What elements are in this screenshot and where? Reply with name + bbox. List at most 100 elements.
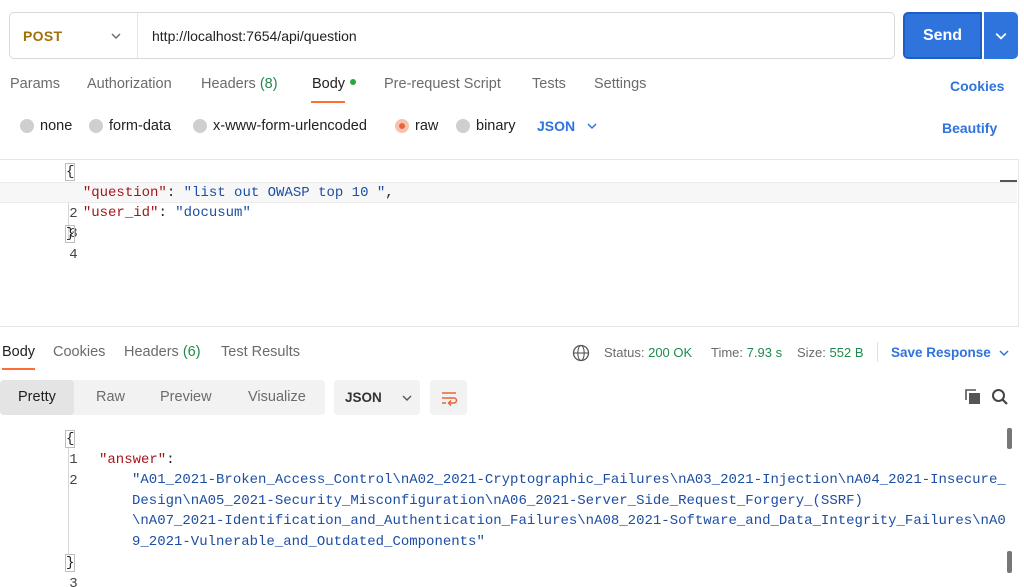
editor-scroll-marker — [1000, 180, 1017, 182]
radio-raw[interactable]: raw — [395, 118, 438, 134]
brace: { — [64, 430, 76, 448]
body-format-select[interactable]: JSON — [537, 118, 597, 134]
body-format-label: JSON — [537, 118, 576, 134]
divider — [877, 342, 878, 362]
copy-icon — [965, 389, 980, 404]
tab-pre-request-script[interactable]: Pre-request Script — [384, 76, 501, 92]
radio-raw-label: raw — [415, 118, 439, 134]
search-icon — [992, 389, 1008, 405]
radio-none-label: none — [40, 118, 73, 134]
scrollbar-thumb[interactable] — [1007, 428, 1012, 449]
headers-count: (8) — [259, 76, 278, 92]
brace: { — [64, 163, 76, 181]
code-line: 2 — [0, 450, 78, 512]
view-mode-visualize[interactable]: Visualize — [248, 380, 306, 415]
json-key: "answer" — [99, 452, 167, 468]
body-type-options: none form-data x-www-form-urlencoded raw… — [0, 118, 1024, 138]
json-string-line: "A01_2021-Broken_Access_Control\nA02_202… — [132, 472, 1006, 488]
json-string-line: 9_2021-Vulnerable_and_Outdated_Component… — [132, 534, 485, 550]
radio-form-data-label: form-data — [109, 118, 172, 134]
wrap-lines-button[interactable] — [430, 380, 467, 415]
send-button[interactable]: Send — [903, 12, 982, 59]
json-string: "docusum" — [175, 205, 251, 221]
radio-urlencoded[interactable]: x-www-form-urlencoded — [193, 118, 367, 134]
radio-circle — [193, 119, 207, 133]
json-string: "list out OWASP top 10 " — [183, 185, 386, 201]
code-line: 1 { — [0, 162, 1017, 201]
code-line: 3 "user_id": "docusum" — [0, 203, 1017, 242]
status-label: Status: — [604, 345, 645, 360]
request-url-bar: POST — [9, 12, 895, 59]
code-line: 2 "question": "list out OWASP top 10 ", — [0, 182, 1017, 222]
code-text: } — [64, 553, 76, 574]
response-tabs: Body Cookies Headers (6) Test Results — [0, 343, 1024, 367]
view-mode-pretty[interactable]: Pretty — [0, 380, 74, 415]
response-format-label: JSON — [345, 390, 382, 405]
chevron-down-icon — [995, 32, 1007, 40]
time-label: Time: — [711, 345, 744, 360]
search-button[interactable] — [989, 386, 1011, 408]
radio-binary[interactable]: binary — [456, 118, 516, 134]
save-response-button[interactable]: Save Response — [891, 345, 1009, 360]
response-view-modes: Pretty Raw Preview Visualize — [0, 380, 325, 415]
request-tabs: Params Authorization Headers (8) Body Pr… — [0, 76, 1024, 100]
response-tab-cookies[interactable]: Cookies — [53, 344, 105, 360]
line-number: 2 — [69, 472, 78, 489]
send-options-button[interactable] — [984, 12, 1018, 59]
radio-binary-label: binary — [476, 118, 516, 134]
beautify-button[interactable]: Beautify — [942, 120, 997, 136]
response-headers-count: (6) — [182, 344, 201, 360]
json-key: "user_id" — [82, 205, 159, 221]
response-body-viewer[interactable]: 1 { 2 "answer": "A01_2021-Broken_Access_… — [0, 428, 1006, 587]
active-tab-underline — [311, 101, 345, 103]
copy-button[interactable] — [962, 386, 984, 408]
request-body-editor[interactable]: 1 { 2 "question": "list out OWASP top 10… — [0, 159, 1019, 327]
response-tab-headers-label: Headers — [124, 344, 179, 360]
radio-circle — [456, 119, 470, 133]
json-string-line: \nA07_2021-Identification_and_Authentica… — [132, 513, 1006, 529]
body-indicator-dot — [350, 79, 357, 86]
radio-circle — [20, 119, 34, 133]
code-line: 4 } — [0, 224, 1017, 263]
code-text: { — [64, 429, 76, 450]
url-input[interactable] — [138, 13, 894, 58]
view-mode-raw[interactable]: Raw — [96, 380, 125, 415]
radio-form-data[interactable]: form-data — [89, 118, 171, 134]
tab-body-label: Body — [312, 76, 346, 92]
line-number: 3 — [69, 575, 78, 587]
response-active-tab-underline — [2, 368, 35, 370]
response-tab-body[interactable]: Body — [2, 344, 35, 360]
tab-headers[interactable]: Headers (8) — [201, 76, 278, 92]
chevron-down-icon — [111, 33, 121, 39]
radio-urlencoded-label: x-www-form-urlencoded — [213, 118, 367, 134]
size-label: Size: — [797, 345, 826, 360]
tab-body[interactable]: Body — [312, 76, 357, 92]
code-text: "answer": — [99, 452, 175, 468]
scrollbar-thumb[interactable] — [1007, 551, 1012, 573]
line-number: 4 — [69, 247, 78, 263]
response-format-select[interactable]: JSON — [334, 380, 420, 415]
radio-circle-selected — [395, 119, 409, 133]
response-tab-test-results[interactable]: Test Results — [221, 344, 300, 360]
save-response-label: Save Response — [891, 345, 991, 360]
cookies-link[interactable]: Cookies — [950, 78, 1004, 94]
response-tab-headers[interactable]: Headers (6) — [124, 344, 201, 360]
chevron-down-icon — [402, 395, 412, 401]
json-string-line: Design\nA05_2021-Security_Misconfigurati… — [132, 493, 863, 509]
tab-authorization[interactable]: Authorization — [87, 76, 172, 92]
wrap-lines-icon — [441, 391, 457, 406]
radio-none[interactable]: none — [20, 118, 72, 134]
brace: } — [64, 554, 76, 572]
view-mode-preview[interactable]: Preview — [160, 380, 212, 415]
tab-params[interactable]: Params — [10, 76, 60, 92]
tab-tests[interactable]: Tests — [532, 76, 566, 92]
brace: } — [64, 225, 76, 243]
response-time: Time: 7.93 s — [711, 345, 782, 360]
response-status: Status: 200 OK — [604, 345, 692, 360]
json-key: "question" — [82, 185, 167, 201]
tab-settings[interactable]: Settings — [594, 76, 646, 92]
globe-icon[interactable] — [572, 344, 590, 362]
method-select[interactable]: POST — [10, 13, 138, 58]
chevron-down-icon — [587, 123, 597, 130]
method-label: POST — [23, 27, 63, 44]
